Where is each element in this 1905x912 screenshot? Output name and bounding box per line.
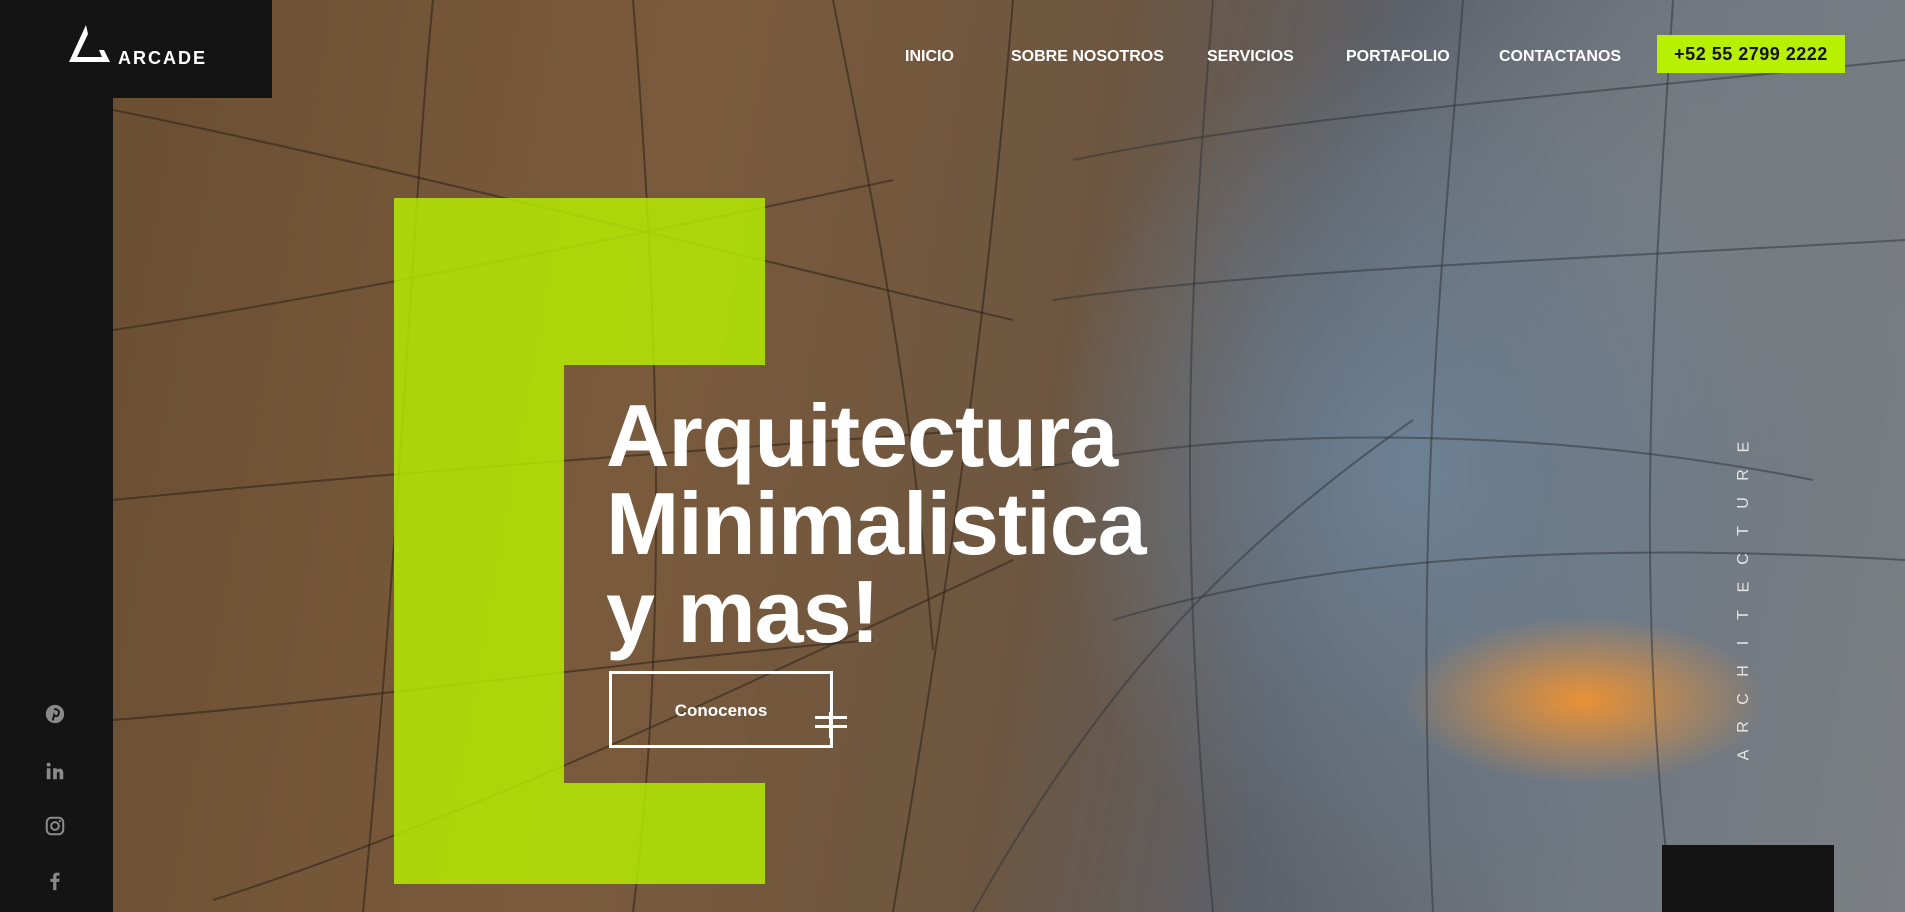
vertical-letter: T — [1735, 610, 1752, 620]
logo-block[interactable]: ARCADE — [0, 0, 272, 98]
headline-line-2: Minimalistica — [606, 474, 1147, 573]
vertical-letter: E — [1734, 581, 1752, 593]
cta-decoration-lines-icon — [815, 712, 847, 740]
vertical-letter: U — [1735, 497, 1752, 509]
conocenos-button[interactable]: Conocenos — [609, 671, 833, 748]
nav-item-portafolio[interactable]: PORTAFOLIO — [1346, 48, 1450, 66]
vertical-letter: R — [1735, 721, 1752, 733]
brand-name: ARCADE — [118, 48, 208, 68]
triangle-logo-icon — [69, 25, 110, 62]
headline-line-3: y mas! — [606, 562, 880, 661]
vertical-letter: A — [1734, 749, 1752, 761]
vertical-letter: C — [1735, 553, 1752, 565]
nav-item-servicios[interactable]: SERVICIOS — [1207, 48, 1294, 66]
vertical-letter: I — [1734, 640, 1752, 646]
vertical-architecture-text: E R U T C E T I H C R A — [1734, 440, 1754, 762]
vertical-letter: H — [1735, 665, 1752, 677]
nav-item-sobre-nosotros[interactable]: SOBRE NOSOTROS — [1011, 48, 1164, 66]
facebook-icon[interactable] — [44, 870, 68, 894]
vertical-letter: C — [1735, 693, 1752, 705]
linkedin-icon[interactable] — [44, 760, 68, 784]
vertical-letter: R — [1735, 469, 1752, 481]
pinterest-icon[interactable] — [44, 703, 68, 727]
nav-item-inicio[interactable]: INICIO — [905, 48, 954, 66]
headline-line-1: Arquitectura — [606, 386, 1118, 485]
nav-item-contactanos[interactable]: CONTACTANOS — [1499, 48, 1621, 66]
vertical-letter: T — [1735, 526, 1752, 536]
vertical-letter: E — [1734, 441, 1752, 453]
instagram-icon[interactable] — [44, 815, 68, 839]
hero-headline: Arquitectura Minimalistica y mas! — [606, 386, 1147, 661]
phone-button[interactable]: +52 55 2799 2222 — [1657, 35, 1845, 73]
corner-dark-box — [1662, 845, 1834, 912]
